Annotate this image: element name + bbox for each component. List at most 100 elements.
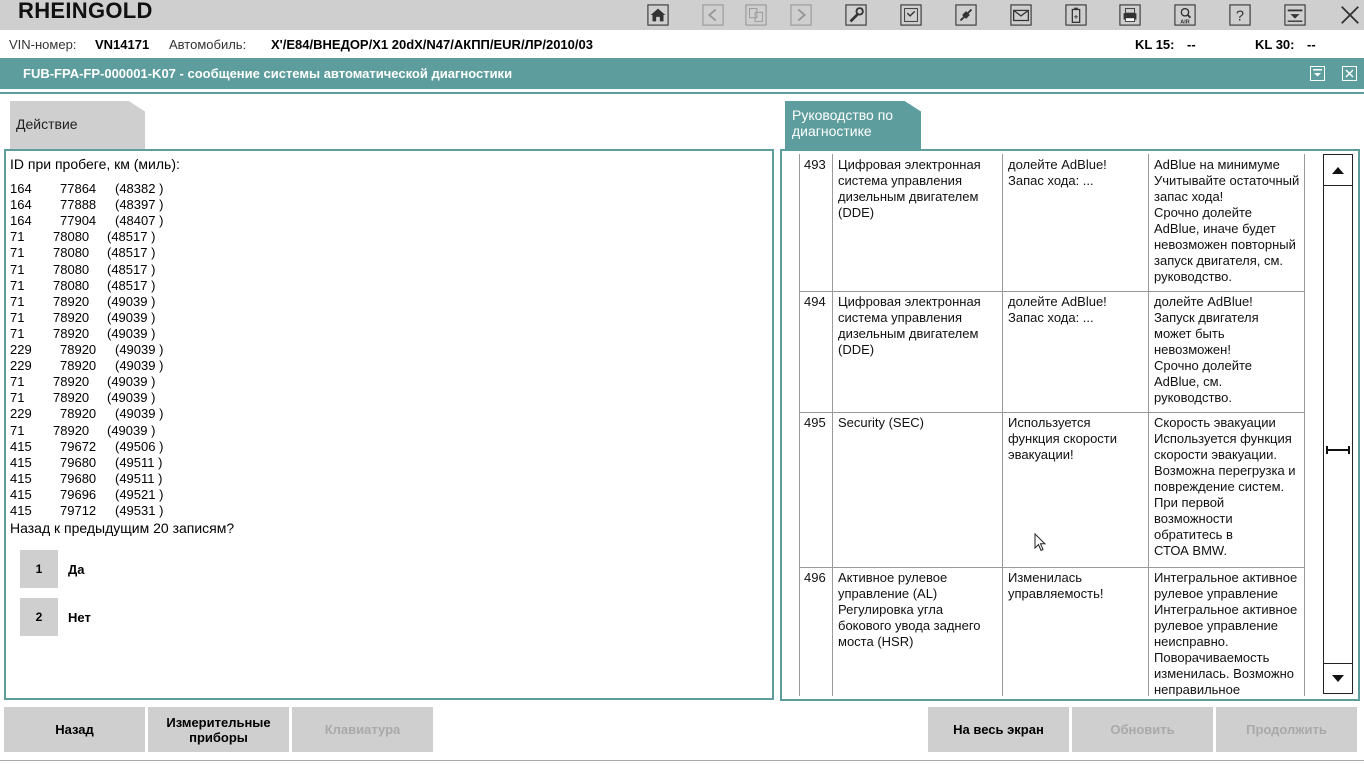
instruments-button[interactable]: Измерительные приборы bbox=[148, 707, 289, 752]
bottom-divider bbox=[0, 760, 1364, 761]
battery-icon[interactable] bbox=[1060, 0, 1092, 30]
mileage-id: 71 bbox=[10, 309, 25, 325]
option-yes-label[interactable]: Да bbox=[68, 562, 85, 577]
table-row-divider bbox=[799, 567, 1305, 568]
table-column-divider bbox=[1304, 154, 1305, 696]
mileage-id: 229 bbox=[10, 406, 32, 422]
mileage-km: 78920 bbox=[53, 422, 90, 438]
mileage-miles: (49039 ) bbox=[107, 309, 156, 325]
mileage-id: 164 bbox=[10, 181, 32, 196]
back-arrow-icon[interactable] bbox=[697, 0, 729, 30]
printer-icon[interactable] bbox=[1114, 0, 1146, 30]
continue-button[interactable]: Продолжить bbox=[1216, 707, 1357, 752]
row-description: AdBlue на минимуме Учитывайте остаточный… bbox=[1154, 157, 1300, 284]
mileage-id: 164 bbox=[10, 213, 32, 229]
tab-diagnostic-guide[interactable]: Руководство по диагностике bbox=[785, 101, 921, 149]
kl30-label: KL 30: bbox=[1255, 37, 1295, 52]
scrollbar[interactable] bbox=[1323, 154, 1353, 694]
option-yes-button[interactable]: 1 bbox=[20, 550, 58, 588]
mileage-miles: (49039 ) bbox=[107, 422, 156, 438]
mileage-miles: (48517 ) bbox=[107, 245, 156, 261]
refresh-button[interactable]: Обновить bbox=[1072, 707, 1213, 752]
option-no-label[interactable]: Нет bbox=[68, 610, 91, 625]
row-description: Интегральное активное рулевое управление… bbox=[1154, 570, 1298, 696]
row-message: долейте AdBlue! Запас хода: ... bbox=[1008, 294, 1107, 325]
table-row-divider bbox=[799, 291, 1305, 292]
mileage-km: 79672 bbox=[60, 438, 97, 454]
minimize-icon[interactable] bbox=[1310, 66, 1325, 81]
mileage-km: 78080 bbox=[53, 261, 90, 277]
table-row-divider bbox=[799, 412, 1305, 413]
row-message: Используется функция скорости эвакуации! bbox=[1008, 415, 1118, 462]
row-description: Скорость эвакуации Используется функция … bbox=[1154, 415, 1296, 558]
car-label: Автомобиль: bbox=[169, 37, 247, 52]
tab-action-label: Действие bbox=[16, 116, 78, 132]
home-icon[interactable] bbox=[642, 0, 674, 30]
row-system: Security (SEC) bbox=[838, 415, 924, 430]
mileage-id: 415 bbox=[10, 486, 32, 502]
close-icon[interactable] bbox=[1334, 0, 1364, 30]
mileage-id: 415 bbox=[10, 438, 32, 454]
air-search-icon[interactable]: AIR bbox=[1169, 0, 1201, 30]
tab-action[interactable]: Действие bbox=[10, 101, 145, 149]
mileage-id: 229 bbox=[10, 342, 32, 357]
window-close-icon[interactable] bbox=[1342, 66, 1357, 81]
plug-icon[interactable] bbox=[950, 0, 982, 30]
mileage-id: 229 bbox=[10, 358, 32, 374]
svg-text:?: ? bbox=[1236, 9, 1244, 25]
row-description: долейте AdBlue! Запуск двигателя может б… bbox=[1154, 294, 1259, 405]
mileage-miles: (49039 ) bbox=[107, 293, 156, 309]
help-icon[interactable]: ? bbox=[1224, 0, 1256, 30]
document-swap-icon[interactable] bbox=[740, 0, 772, 30]
mileage-km: 78920 bbox=[53, 390, 90, 406]
mileage-miles: (48517 ) bbox=[107, 261, 156, 277]
mileage-miles: (49506 ) bbox=[115, 438, 164, 454]
mileage-id: 71 bbox=[10, 245, 25, 261]
service-plan-icon[interactable] bbox=[895, 0, 927, 30]
forward-arrow-icon[interactable] bbox=[785, 0, 817, 30]
dropdown-menu-icon[interactable] bbox=[1279, 0, 1311, 30]
mileage-miles: (49511 ) bbox=[115, 454, 163, 470]
mileage-miles: (49039 ) bbox=[115, 342, 164, 357]
mileage-km: 77864 bbox=[60, 181, 97, 196]
mileage-km: 78920 bbox=[53, 293, 90, 309]
vehicle-info-bar: VIN-номер: VN14171 Автомобиль: X'/E84/ВН… bbox=[0, 30, 1364, 58]
option-no-button[interactable]: 2 bbox=[20, 598, 58, 636]
mileage-km: 78080 bbox=[53, 277, 90, 293]
kl30-value: -- bbox=[1307, 37, 1316, 52]
table-column-divider bbox=[799, 154, 800, 696]
mileage-km: 77904 bbox=[60, 213, 97, 229]
mileage-km: 78920 bbox=[60, 406, 97, 422]
fullscreen-button[interactable]: На весь экран bbox=[928, 707, 1069, 752]
mileage-km: 78920 bbox=[53, 374, 90, 390]
scroll-up-arrow-icon[interactable] bbox=[1324, 155, 1352, 186]
mail-icon[interactable] bbox=[1005, 0, 1037, 30]
mileage-km: 78080 bbox=[53, 245, 90, 261]
back-question: Назад к предыдущим 20 записям? bbox=[10, 520, 235, 536]
top-toolbar bbox=[0, 0, 1364, 30]
mileage-km: 78080 bbox=[53, 229, 90, 245]
scroll-thumb[interactable] bbox=[1325, 443, 1351, 457]
mileage-km: 79712 bbox=[60, 503, 97, 518]
mileage-miles: (49039 ) bbox=[107, 325, 156, 341]
mileage-miles: (48517 ) bbox=[107, 229, 156, 245]
row-system: Активное рулевое управление (AL) Регулир… bbox=[838, 570, 981, 649]
mileage-km: 78920 bbox=[60, 358, 97, 374]
back-button[interactable]: Назад bbox=[4, 707, 145, 752]
mileage-id: 415 bbox=[10, 454, 32, 470]
wrench-icon[interactable] bbox=[840, 0, 872, 30]
mileage-miles: (48517 ) bbox=[107, 277, 156, 293]
app-title: RHEINGOLD bbox=[18, 0, 153, 23]
keyboard-button[interactable]: Клавиатура bbox=[292, 707, 433, 752]
mileage-km: 77888 bbox=[60, 197, 97, 213]
table-column-divider bbox=[1002, 154, 1003, 696]
mileage-heading: ID при пробеге, км (миль): bbox=[10, 156, 180, 172]
row-number: 493 bbox=[804, 157, 826, 172]
mileage-km: 79680 bbox=[60, 470, 97, 486]
mileage-id: 71 bbox=[10, 277, 25, 293]
mileage-miles: (49039 ) bbox=[115, 358, 164, 374]
mileage-km: 79680 bbox=[60, 454, 97, 470]
mouse-cursor-icon bbox=[1034, 533, 1046, 552]
instruments-button-label: Измерительные приборы bbox=[166, 714, 271, 745]
scroll-down-arrow-icon[interactable] bbox=[1324, 663, 1352, 694]
